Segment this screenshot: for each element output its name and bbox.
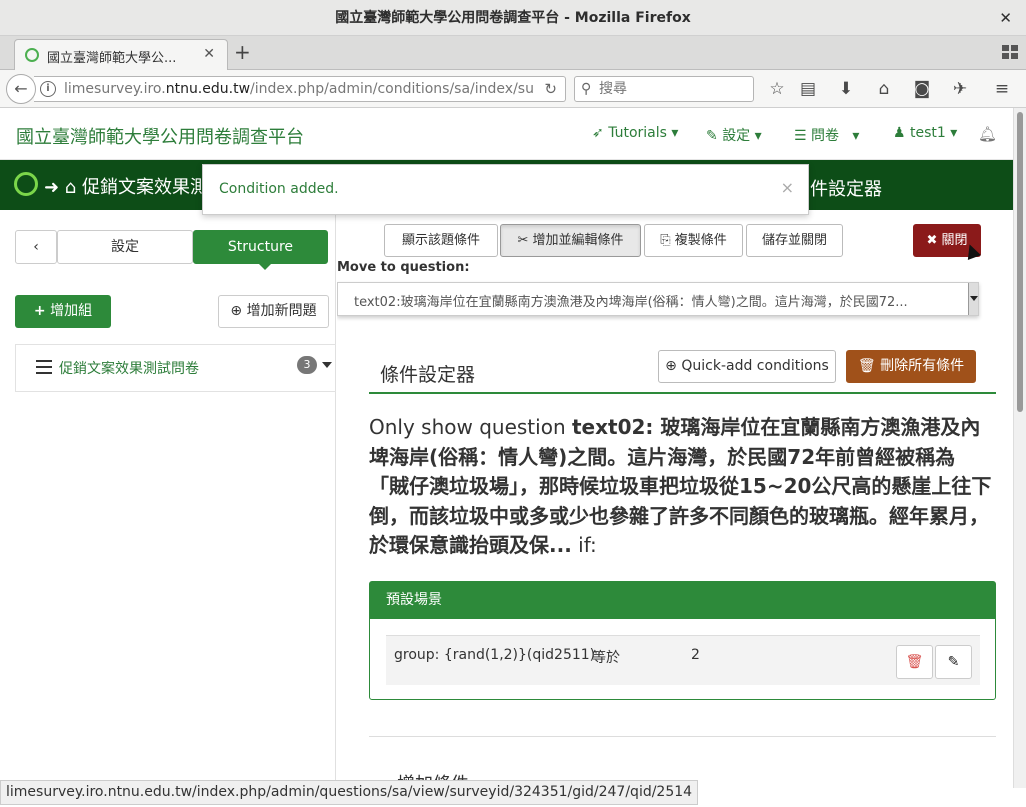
url-text[interactable]: limesurvey.iro.ntnu.edu.tw/index.php/adm… <box>64 81 534 97</box>
active-tab-caret <box>257 262 273 270</box>
scrollbar-thumb[interactable] <box>1017 112 1023 412</box>
scenario-title: 預設場景 <box>370 582 995 619</box>
add-question-button[interactable]: ⊕ 增加新問題 <box>218 295 329 328</box>
move-to-question-label: Move to question: <box>337 260 470 275</box>
tab-close-button[interactable]: ✕ <box>203 46 215 62</box>
question-select[interactable]: text02:玻璃海岸位在宜蘭縣南方澳漁港及內埤海岸(俗稱：情人彎)之間。這片海… <box>337 282 979 316</box>
main-content: 顯示該題條件 ✂ 增加並編輯條件 ⎘ 複製條件 儲存並關閉 ✖ 關閉 Move … <box>337 210 1013 780</box>
add-question-label: 增加新問題 <box>246 303 317 319</box>
quick-add-label: Quick-add conditions <box>681 358 829 374</box>
status-url: limesurvey.iro.ntnu.edu.tw/index.php/adm… <box>0 780 699 805</box>
tab-list-icon[interactable] <box>1002 45 1018 59</box>
url-bar[interactable]: i limesurvey.iro.ntnu.edu.tw/index.php/a… <box>34 76 566 102</box>
condition-added-alert: Condition added. × <box>202 164 809 215</box>
menu-tutorials-label: Tutorials <box>608 125 667 141</box>
app-header: 國立臺灣師範大學公用問卷調查平台 ➶ Tutorials ▾ ✎ 設定 ▾ ☰ … <box>0 108 1013 160</box>
add-condition-heading: 增加條件 <box>397 770 469 780</box>
reload-icon[interactable]: ↻ <box>544 80 557 98</box>
conditions-designer-title: 條件設定器 <box>380 364 476 386</box>
question-select-value: text02:玻璃海岸位在宜蘭縣南方澳漁港及內埤海岸(俗稱：情人彎)之間。這片海… <box>354 295 908 310</box>
save-close-button[interactable]: 儲存並關閉 <box>746 224 843 257</box>
browser-tab[interactable]: 國立臺灣師範大學公... ✕ <box>14 39 228 70</box>
pocket-icon[interactable]: ◙ <box>912 79 932 99</box>
breadcrumb[interactable]: ➜ ⌂ 促銷文案效果測 <box>44 173 208 199</box>
bottom-divider <box>369 736 996 737</box>
new-tab-button[interactable]: + <box>234 40 251 64</box>
condition-summary: Only show question text02: 玻璃海岸位在宜蘭縣南方澳漁… <box>369 413 994 561</box>
alert-close-button[interactable]: × <box>781 178 794 197</box>
condition-row: group: {rand(1,2)}(qid2511) 等於 2 🗑︎ ✎ <box>386 635 980 685</box>
survey-title[interactable]: 促銷文案效果測試問卷 <box>59 358 199 378</box>
url-domain: ntnu.edu.tw <box>165 81 251 97</box>
summary-suffix: if: <box>571 533 597 557</box>
nav-bar: i limesurvey.iro.ntnu.edu.tw/index.php/a… <box>0 70 1026 108</box>
menu-user-label: test1 <box>910 125 946 141</box>
window-title: 國立臺灣師範大學公用問卷調查平台 - Mozilla Firefox <box>335 10 691 26</box>
window-titlebar: 國立臺灣師範大學公用問卷調查平台 - Mozilla Firefox ✕ <box>0 0 1026 36</box>
breadcrumb-survey: 促銷文案效果測 <box>81 177 208 198</box>
menu-user[interactable]: ♟ test1 ▾ <box>893 125 957 141</box>
section-divider <box>369 392 996 394</box>
list-icon <box>36 360 52 374</box>
condition-field: group: {rand(1,2)}(qid2511) <box>394 647 596 663</box>
copy-label: 複製條件 <box>674 233 727 248</box>
edit-condition-button[interactable]: ✎ <box>935 645 972 679</box>
summary-prefix: Only show question <box>369 415 572 439</box>
info-icon[interactable]: i <box>40 81 56 97</box>
search-box[interactable]: ⚲ <box>574 76 754 102</box>
search-icon: ⚲ <box>581 81 592 97</box>
window-close-button[interactable]: ✕ <box>999 0 1012 36</box>
add-group-label: 增加組 <box>50 303 93 319</box>
limesurvey-logo-icon[interactable] <box>14 172 38 196</box>
menu-settings-label: 設定 <box>722 128 751 144</box>
url-suffix: /index.php/admin/conditions/sa/index/sub… <box>250 81 534 97</box>
left-sidebar: ‹ 設定 Structure + 增加組 ⊕ 增加新問題 促銷文案效果測試問卷 … <box>0 210 336 780</box>
menu-surveys[interactable]: ☰ 問卷 ▾ <box>794 125 859 145</box>
share-icon[interactable]: ✈ <box>950 79 970 99</box>
delete-condition-button[interactable]: 🗑︎ <box>896 645 933 679</box>
collapse-sidebar-button[interactable]: ‹ <box>15 230 57 264</box>
caret-down-icon[interactable] <box>322 362 332 368</box>
delete-all-label: 刪除所有條件 <box>880 358 965 374</box>
breadcrumb-current: 件設定器 <box>810 179 882 200</box>
condition-value: 2 <box>691 647 700 663</box>
select-arrow-icon[interactable] <box>968 283 978 315</box>
delete-all-conditions-button[interactable]: 🗑︎ 刪除所有條件 <box>846 350 976 383</box>
group-count-badge: 3 <box>297 356 317 374</box>
scenario-panel: 預設場景 group: {rand(1,2)}(qid2511) 等於 2 🗑︎… <box>369 581 996 700</box>
show-conditions-button[interactable]: 顯示該題條件 <box>384 224 498 257</box>
survey-tree-item[interactable]: 促銷文案效果測試問卷 3 <box>15 344 336 392</box>
page-scrollbar[interactable] <box>1013 108 1026 788</box>
menu-surveys-label: 問卷 <box>811 128 840 144</box>
bookmark-star-icon[interactable]: ☆ <box>767 79 787 99</box>
add-group-button[interactable]: + 增加組 <box>15 295 111 328</box>
back-button[interactable]: ← <box>6 74 36 104</box>
tab-settings[interactable]: 設定 <box>57 230 193 264</box>
condition-operator: 等於 <box>592 650 620 666</box>
tab-bar: 國立臺灣師範大學公... ✕ + <box>0 36 1026 70</box>
copy-conditions-button[interactable]: ⎘ 複製條件 <box>644 224 743 257</box>
search-input[interactable] <box>599 80 749 98</box>
quick-add-conditions-button[interactable]: ⊕ Quick-add conditions <box>658 350 836 383</box>
bell-icon[interactable]: 🔔︎ <box>978 125 997 143</box>
download-icon[interactable]: ⬇ <box>836 79 856 99</box>
add-edit-label: 增加並編輯條件 <box>532 233 624 248</box>
alert-message: Condition added. <box>219 181 339 197</box>
menu-settings[interactable]: ✎ 設定 ▾ <box>706 125 762 145</box>
hamburger-menu-icon[interactable]: ≡ <box>992 79 1012 99</box>
favicon-icon <box>25 48 39 62</box>
tab-structure[interactable]: Structure <box>193 230 328 264</box>
add-edit-conditions-button[interactable]: ✂ 增加並編輯條件 <box>500 224 641 257</box>
tab-label: 國立臺灣師範大學公... <box>47 51 177 66</box>
menu-tutorials[interactable]: ➶ Tutorials ▾ <box>592 125 678 141</box>
home-icon[interactable]: ⌂ <box>874 79 894 99</box>
reader-list-icon[interactable]: ▤ <box>798 79 818 99</box>
url-prefix: limesurvey.iro. <box>64 81 166 97</box>
site-brand[interactable]: 國立臺灣師範大學公用問卷調查平台 <box>16 123 304 149</box>
